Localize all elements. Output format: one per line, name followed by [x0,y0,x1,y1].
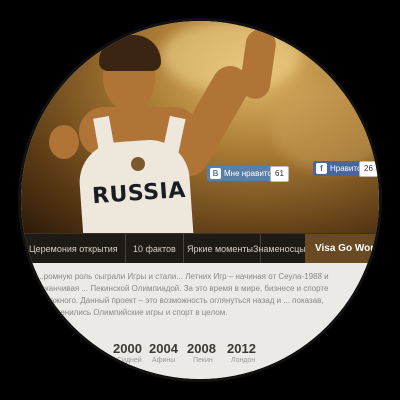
timeline-year[interactable]: 2004 [149,341,178,356]
intro-text: ...ромную роль сыграли Игры и стали... Л… [37,272,329,317]
timeline-city: Афины [152,357,176,364]
tab-visa-go-world[interactable]: Visa Go Wor [305,234,379,264]
tab-opening-ceremony[interactable]: Церемония открытия [29,234,126,264]
timeline-year[interactable]: 1996 [65,341,94,356]
section-nav: Церемония открытия 10 фактов Яркие момен… [21,233,379,264]
eagle-emblem-icon [131,157,145,171]
vk-like-label: Мне нравится [224,169,276,178]
vk-like-count: 61 [270,166,289,182]
vk-like-button[interactable]: B Мне нравится [207,166,280,181]
timeline-city: Сидней [117,357,142,364]
facebook-icon: f [316,163,327,174]
vk-icon: B [210,168,221,179]
timeline-year[interactable]: 2008 [187,341,216,356]
tab-flag-bearers[interactable]: Знаменосцы [253,234,306,264]
athlete-fist [49,125,79,159]
facebook-like-count: 26 [359,161,378,177]
athlete-hair [99,35,161,71]
timeline-city: Лондон [231,357,256,364]
page-content: ...ромную роль сыграли Игры и стали... Л… [21,263,379,379]
flag-glow [271,81,379,171]
hero-photo: RUSSIA B Мне нравится 61 f Нравится 26 [21,21,379,233]
tab-10-facts[interactable]: 10 фактов [133,234,184,264]
timeline-city: Пекин [193,357,213,364]
timeline-year[interactable]: 2012 [227,341,256,356]
magnified-view: RUSSIA B Мне нравится 61 f Нравится 26 Ц… [21,21,379,379]
timeline-year[interactable]: 2000 [113,341,142,356]
tab-highlights[interactable]: Яркие моменты [187,234,261,264]
